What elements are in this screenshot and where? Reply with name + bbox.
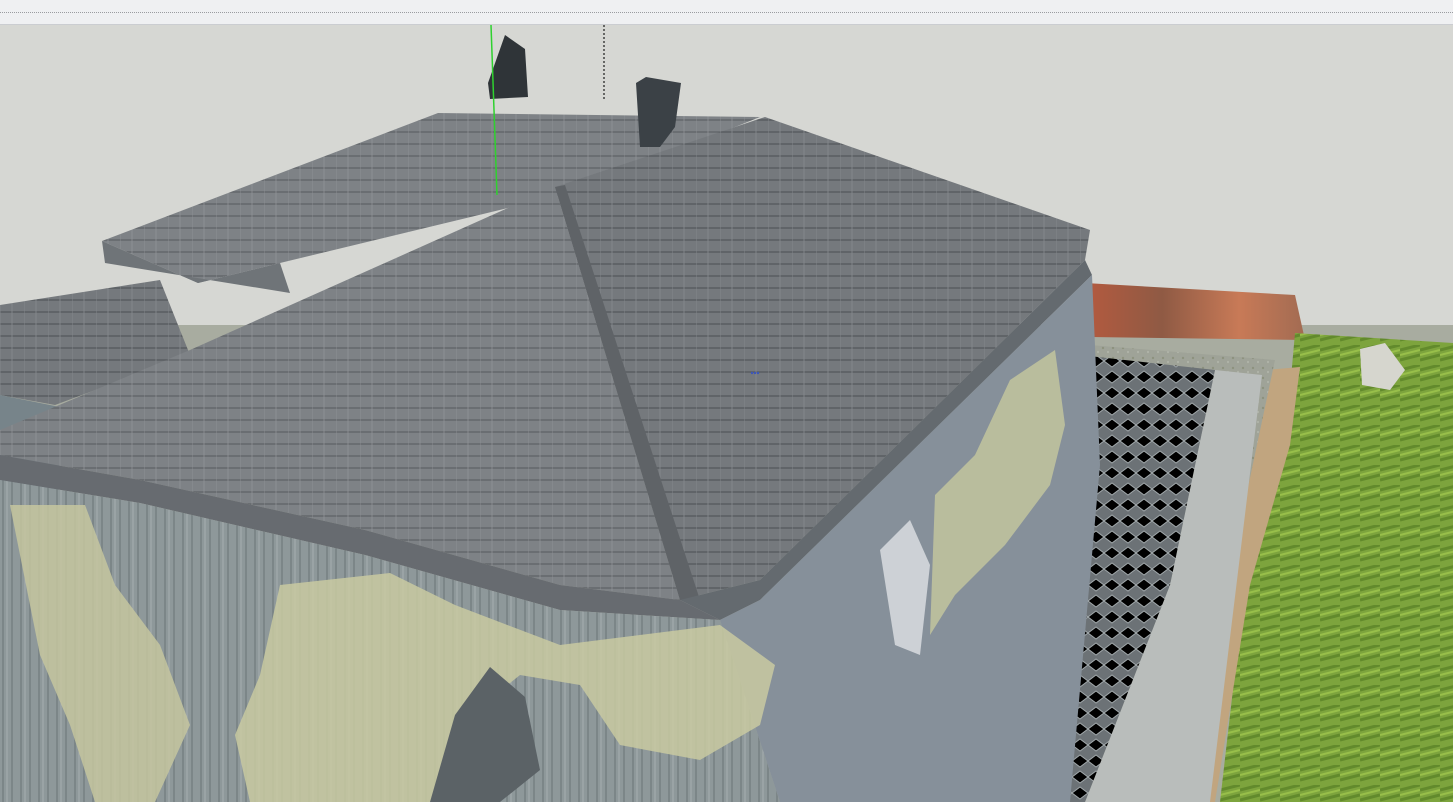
sketchup-like-app xyxy=(0,0,1453,802)
dotted-cursor-icon xyxy=(756,371,760,375)
dotted-cursor-icon xyxy=(753,371,757,375)
3d-model-viewport[interactable] xyxy=(0,25,1453,802)
dotted-cursor-icon xyxy=(750,371,754,375)
3d-scene-svg[interactable] xyxy=(0,25,1453,802)
top-toolbar-strip xyxy=(0,0,1453,25)
toolbar-dotted-line xyxy=(0,12,1453,13)
